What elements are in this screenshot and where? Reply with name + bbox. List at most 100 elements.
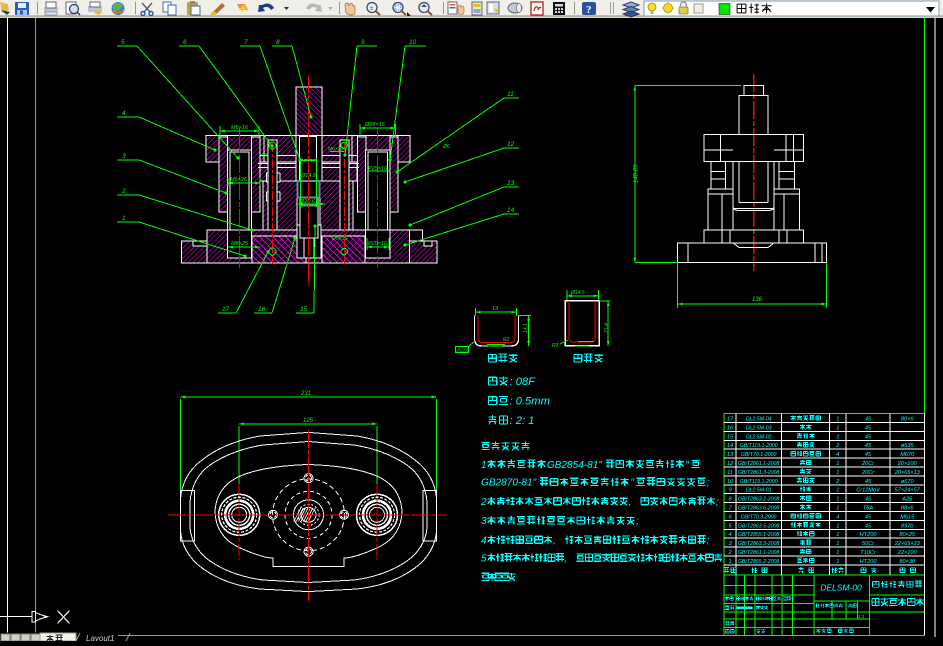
svg-text:GB/T2863.3-2008: GB/T2863.3-2008 (738, 541, 779, 547)
svg-text:231: 231 (300, 391, 311, 397)
svg-text:DL2.5M-02: DL2.5M-02 (746, 434, 772, 440)
svg-text:80×6: 80×6 (901, 417, 914, 423)
svg-text:45: 45 (865, 452, 872, 458)
svg-text:GB/T2863.6-2008: GB/T2863.6-2008 (738, 506, 779, 512)
svg-text:136: 136 (752, 297, 763, 303)
svg-text:10: 10 (409, 39, 417, 46)
svg-text:5: 5 (481, 553, 487, 564)
svg-text:15: 15 (300, 306, 308, 313)
svg-text:GB/T70.3-2000: GB/T70.3-2000 (741, 514, 777, 520)
svg-text:17: 17 (222, 306, 230, 313)
svg-text:45: 45 (865, 425, 872, 431)
svg-text:11: 11 (727, 470, 733, 476)
svg-text:4: 4 (481, 535, 487, 546)
svg-text:1:1: 1:1 (858, 614, 865, 619)
svg-text:GB/T2855.2-2008: GB/T2855.2-2008 (738, 559, 779, 565)
svg-text:11: 11 (507, 91, 514, 98)
svg-text:57×24×57: 57×24×57 (895, 488, 921, 494)
svg-text:20×100: 20×100 (897, 461, 918, 467)
svg-text:14: 14 (727, 443, 733, 449)
svg-text:M6×16: M6×16 (231, 125, 249, 131)
svg-text:45: 45 (865, 514, 872, 520)
svg-text:,: , (629, 497, 632, 508)
svg-text:.: . (514, 573, 517, 584)
svg-text:1: 1 (836, 488, 839, 494)
svg-text:M6×26: M6×26 (230, 177, 248, 183)
svg-text:10: 10 (727, 479, 734, 485)
svg-text:M8×25: M8×25 (231, 241, 249, 247)
svg-text:M615: M615 (900, 514, 915, 520)
svg-text:7: 7 (244, 39, 248, 46)
svg-text:DL2.5M-01: DL2.5M-01 (746, 488, 772, 494)
svg-text:Ø6×35: Ø6×35 (331, 236, 347, 242)
svg-text:Ø14.5: Ø14.5 (570, 290, 585, 296)
svg-text:1: 1 (836, 425, 839, 431)
svg-text:1: 1 (836, 506, 839, 512)
svg-text:: 08F: : 08F (510, 376, 537, 388)
svg-text:T8A: T8A (863, 506, 874, 512)
svg-text:P20×10: P20×10 (368, 241, 388, 247)
svg-text:DL2.5M-04: DL2.5M-04 (746, 417, 772, 423)
svg-text:6: 6 (183, 39, 187, 46)
svg-text:,: , (553, 535, 556, 546)
svg-text:22×100: 22×100 (897, 550, 918, 556)
svg-text:Ø6: Ø6 (261, 153, 269, 159)
svg-text:M670: M670 (900, 452, 915, 458)
svg-text:20×65×13: 20×65×13 (894, 470, 921, 476)
svg-text:R2: R2 (503, 337, 510, 343)
svg-text:GB/T2863.5-2008: GB/T2863.5-2008 (738, 523, 779, 529)
svg-text:Ø28×15: Ø28×15 (364, 122, 386, 128)
svg-text:13: 13 (507, 180, 515, 187)
svg-text:;: ; (707, 478, 710, 489)
svg-text:45: 45 (865, 417, 872, 423)
svg-text:1: 1 (836, 497, 839, 503)
svg-text:15: 15 (727, 434, 734, 440)
svg-text:1: 1 (836, 470, 839, 476)
svg-text:;: ; (716, 497, 719, 508)
svg-text:20Cr: 20Cr (861, 470, 875, 476)
svg-text:": " (630, 478, 634, 489)
svg-text:Ø14.5: Ø14.5 (300, 173, 317, 179)
svg-text:GB2854-81": GB2854-81" (547, 460, 603, 471)
svg-text:ø670: ø670 (901, 479, 915, 485)
svg-text:A25: A25 (901, 497, 913, 503)
svg-text:Cr12MoV: Cr12MoV (856, 488, 881, 494)
svg-text:4: 4 (122, 110, 126, 117)
svg-text:GB/T119.1-2000: GB/T119.1-2000 (740, 443, 778, 449)
svg-text:13: 13 (492, 306, 499, 312)
svg-text:45: 45 (865, 497, 872, 503)
svg-text:1: 1 (836, 541, 839, 547)
svg-text:: 2: 1: : 2: 1 (510, 415, 535, 427)
svg-text:140.85: 140.85 (634, 164, 640, 183)
svg-text:45: 45 (865, 479, 872, 485)
svg-text:16: 16 (727, 425, 734, 431)
svg-text:DELSM-00: DELSM-00 (820, 583, 862, 593)
svg-text:80×25: 80×25 (899, 532, 916, 538)
svg-text:GB/T2855.1-2008: GB/T2855.1-2008 (738, 532, 779, 538)
svg-text:4: 4 (836, 514, 839, 520)
svg-text:21.4: 21.4 (604, 323, 610, 334)
svg-text:GB/T119.1-2000: GB/T119.1-2000 (740, 479, 778, 485)
svg-text:45: 45 (865, 523, 872, 529)
svg-text:1: 1 (836, 461, 839, 467)
svg-text:Ø20.6: Ø20.6 (299, 199, 316, 205)
svg-text:GB/T70.1-2000: GB/T70.1-2000 (741, 452, 777, 458)
svg-text:14.1: 14.1 (523, 323, 529, 333)
svg-text:12: 12 (727, 461, 734, 467)
svg-text:3: 3 (481, 516, 487, 527)
svg-text:GB/T2861.1-2008: GB/T2861.1-2008 (738, 550, 779, 556)
svg-text:1: 1 (728, 559, 731, 565)
svg-text:80×30: 80×30 (899, 559, 916, 565)
svg-text:8: 8 (276, 39, 280, 46)
svg-text:1: 1 (836, 550, 839, 556)
svg-text:1: 1 (836, 417, 839, 423)
svg-text:8970: 8970 (901, 523, 914, 529)
svg-text:DL2.5M-03: DL2.5M-03 (746, 425, 772, 431)
svg-text:1: 1 (836, 559, 839, 565)
svg-text:1: 1 (122, 215, 126, 222)
svg-text:±: ± (370, 4, 374, 12)
svg-text:GB/T2861.1-2008: GB/T2861.1-2008 (738, 461, 779, 467)
svg-text:5: 5 (121, 39, 125, 46)
svg-text:,: , (564, 553, 567, 564)
svg-text:GB/T2861.3-2008: GB/T2861.3-2008 (738, 470, 779, 476)
